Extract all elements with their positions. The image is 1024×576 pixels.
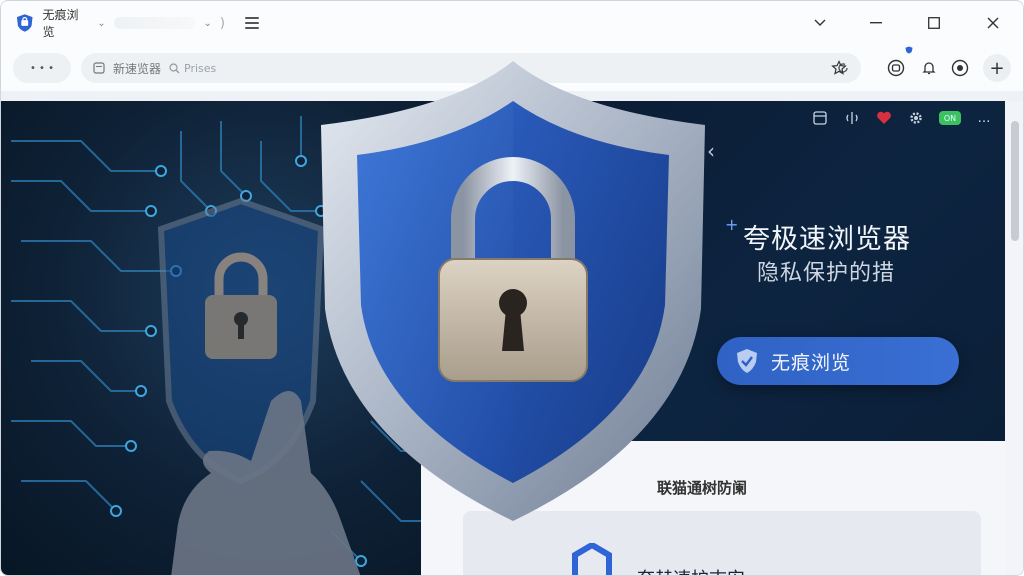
tab-caret-icon[interactable]: ⌄ (97, 18, 105, 29)
extension-icon (887, 59, 905, 77)
close-button[interactable] (975, 9, 1011, 37)
profile-icon (951, 59, 969, 77)
sparkle-icon: + (725, 215, 739, 234)
panel-toolbar: ON … (811, 109, 993, 127)
favorite-button[interactable] (829, 58, 849, 78)
incognito-button-label: 无痕浏览 (771, 351, 852, 374)
scrollbar-thumb[interactable] (1011, 121, 1019, 241)
gear-icon[interactable] (907, 109, 925, 127)
close-icon (987, 17, 999, 29)
notifications-button[interactable] (919, 58, 939, 78)
scrollbar[interactable] (1005, 101, 1023, 575)
star-icon (831, 60, 847, 75)
toggle-badge[interactable]: ON (939, 111, 961, 125)
address-label: 新速览器 (113, 61, 162, 76)
chevron-down-icon (814, 19, 826, 26)
tab-dropdown-icon[interactable]: ⌄ (204, 18, 212, 29)
antenna-icon[interactable] (843, 109, 861, 127)
more-icon[interactable]: … (975, 109, 993, 127)
minimize-button[interactable] (858, 9, 894, 37)
security-shield-image (321, 61, 705, 521)
nav-dots[interactable]: • • • (30, 63, 54, 74)
incognito-button[interactable]: 无痕浏览 (717, 337, 959, 385)
page-icon (93, 62, 105, 74)
window-icon[interactable] (811, 109, 829, 127)
maximize-button[interactable] (916, 9, 952, 37)
search-placeholder: Prises (184, 61, 217, 75)
search-icon (169, 62, 180, 73)
heart-icon[interactable] (875, 109, 893, 127)
tab-blurred-area (113, 17, 196, 29)
hero-subline: 隐私保护的措 (757, 261, 896, 286)
hero-headline: 夸极速浏览器 (743, 224, 911, 255)
profile-button[interactable] (950, 58, 970, 78)
minimize-icon (870, 22, 882, 24)
tab-menu-icon[interactable] (244, 14, 260, 32)
shield-badge-icon (905, 46, 913, 54)
extensions-button[interactable] (886, 58, 906, 78)
search-area[interactable]: Prises (169, 62, 216, 75)
new-tab-button[interactable]: + (983, 54, 1011, 82)
bell-icon (922, 62, 936, 75)
nav-controls[interactable]: • • • (13, 53, 71, 83)
browser-window: 无痕浏览 ⌄ ⌄ ) • • • 新速览器 Prises + 联猫通树防阑 ON… (0, 0, 1024, 576)
tab-close-icon[interactable]: ) (220, 16, 225, 31)
tab-title: 无痕浏览 (42, 8, 79, 39)
brand-logo-icon (572, 543, 612, 575)
tab-incognito[interactable]: 无痕浏览 ⌄ ⌄ ) (11, 8, 225, 39)
tab-search-button[interactable] (802, 9, 838, 37)
browser-logo-icon (16, 14, 33, 32)
maximize-icon (928, 17, 940, 29)
shield-check-icon (737, 349, 757, 373)
title-bar: 无痕浏览 ⌄ ⌄ ) (1, 1, 1023, 45)
feature-card-title: 夸赫速护志安 (637, 565, 745, 575)
